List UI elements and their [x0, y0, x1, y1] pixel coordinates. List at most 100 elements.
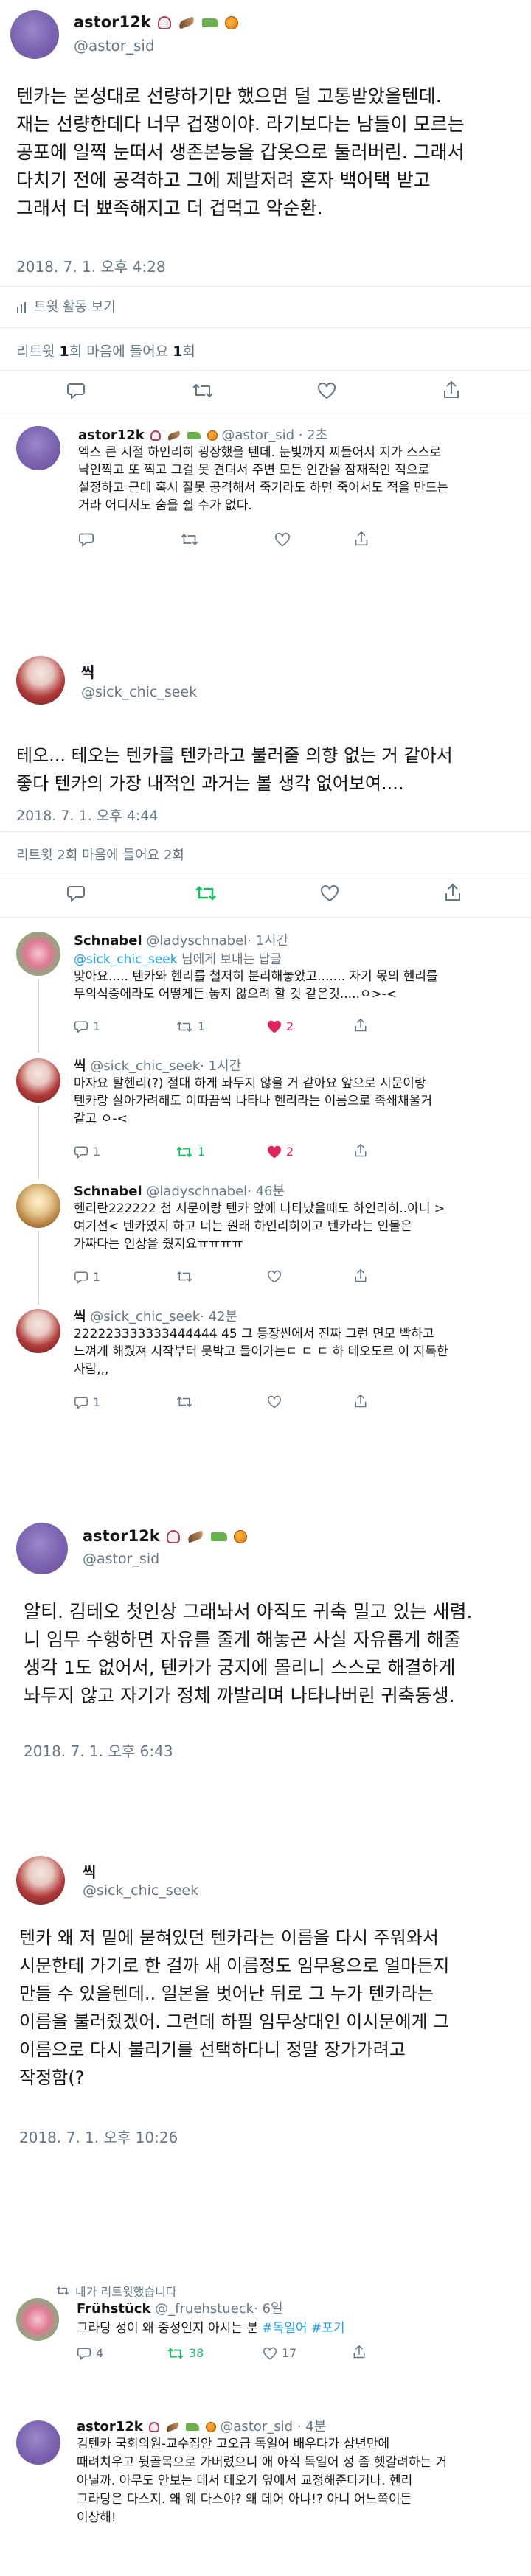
hashtag-link[interactable]: #독일어 #포기 [262, 2321, 344, 2336]
tweet-time[interactable]: · 42분 [200, 1309, 237, 1324]
water-gun-icon [185, 2423, 199, 2431]
avatar[interactable] [16, 426, 60, 470]
retweet-icon [176, 1146, 192, 1157]
share-icon [444, 380, 459, 398]
author-handle[interactable]: @sick_chic_seek [81, 684, 197, 700]
avatar[interactable] [16, 1184, 60, 1228]
tweet-time[interactable]: · 46분 [247, 1184, 285, 1199]
avatar[interactable] [10, 10, 59, 59]
share-button[interactable] [354, 1143, 367, 1161]
author-row: astor12k [74, 13, 239, 31]
author-handle[interactable]: @astor_sid [74, 37, 155, 55]
tweet-time[interactable]: · 1시간 [247, 933, 288, 949]
reply-button[interactable]: 1 [74, 1145, 100, 1159]
author-name[interactable]: Schnabel [74, 933, 142, 949]
reply-button[interactable] [66, 382, 86, 402]
author-handle[interactable]: @ladyschnabel [146, 933, 247, 949]
avatar[interactable] [16, 1309, 60, 1353]
reply-button[interactable]: 1 [74, 1270, 100, 1284]
share-button[interactable] [354, 531, 369, 550]
share-button[interactable] [353, 2345, 366, 2362]
author-name[interactable]: astor12k [83, 1527, 160, 1545]
tweet-text: 텐카는 본성대로 선량하기만 했으면 덜 고통받았을텐데. 재는 선량한데다 너… [16, 85, 465, 219]
share-button[interactable] [354, 1268, 367, 1286]
author-name[interactable]: 씩 [74, 1309, 86, 1324]
tweet-time[interactable]: · 2초 [299, 427, 327, 443]
author-row: Frühstück @_fruehstueck· 6일 [77, 2298, 283, 2317]
share-button[interactable] [354, 1394, 367, 1411]
share-button[interactable] [442, 380, 460, 402]
reply-button[interactable]: 4 [77, 2346, 103, 2360]
tweet-time[interactable]: · 4분 [297, 2419, 326, 2434]
retweet-icon [192, 383, 213, 398]
author-name[interactable]: astor12k [77, 2419, 143, 2434]
timestamp[interactable]: 2018. 7. 1. 오후 6:43 [24, 1739, 173, 1761]
retweet-icon [176, 1396, 192, 1408]
retweet-button-active[interactable]: 38 [167, 2346, 204, 2360]
like-button[interactable]: 17 [263, 2346, 296, 2360]
tweet-time[interactable]: · 1시간 [200, 1058, 241, 1074]
avatar[interactable] [16, 656, 65, 705]
timestamp[interactable]: 2018. 7. 1. 오후 4:44 [16, 805, 158, 825]
author-handle[interactable]: @astor_sid [221, 427, 294, 443]
retweet-button[interactable]: 1 [176, 1019, 205, 1033]
like-button[interactable] [267, 1395, 282, 1411]
avatar[interactable] [16, 2420, 60, 2465]
author-handle[interactable]: @sick_chic_seek [83, 1882, 198, 1899]
author-name[interactable]: 씩 [74, 1058, 86, 1074]
retweet-button[interactable] [176, 1395, 193, 1411]
reply-icon [67, 886, 85, 903]
share-button[interactable] [444, 883, 462, 905]
share-button[interactable] [354, 1018, 367, 1036]
author-handle[interactable]: @sick_chic_seek [90, 1309, 200, 1324]
author-handle[interactable]: @astor_sid [220, 2419, 293, 2434]
like-button[interactable] [320, 884, 339, 905]
avatar[interactable] [16, 1856, 65, 1905]
author-handle[interactable]: @astor_sid [83, 1551, 159, 1567]
like-button[interactable] [317, 382, 336, 402]
author-handle[interactable]: @_fruehstueck [155, 2301, 254, 2317]
avatar[interactable] [16, 2298, 59, 2341]
orange-icon [234, 1530, 248, 1543]
share-icon [355, 1018, 367, 1032]
retweet-icon [195, 886, 216, 901]
reply-icon [74, 1146, 88, 1159]
like-icon [275, 532, 290, 547]
tweet-activity-link[interactable]: 트윗 활동 보기 [16, 296, 116, 315]
author-name[interactable]: 씩 [83, 1860, 96, 1882]
reply-icon [74, 1021, 88, 1033]
avatar[interactable] [16, 1058, 60, 1103]
avatar[interactable] [16, 1523, 68, 1574]
author-name[interactable]: Schnabel [74, 1184, 142, 1199]
author-name[interactable]: Frühstück [77, 2301, 150, 2317]
author-handle[interactable]: @sick_chic_seek [90, 1058, 200, 1074]
retweet-button[interactable] [192, 382, 214, 402]
retweet-button-active[interactable] [195, 884, 217, 905]
stats-icon [16, 301, 28, 313]
mention-link[interactable]: @sick_chic_seek [74, 952, 178, 967]
tweet-text: 김텐카 국회의원-교수집안 고오급 독일어 배우다가 삼년만에 때려치우고 뒷골… [77, 2437, 448, 2525]
author-handle[interactable]: @ladyschnabel [146, 1184, 247, 1199]
reply-button[interactable]: 1 [74, 1019, 100, 1033]
like-button-active[interactable]: 2 [267, 1019, 294, 1033]
like-button-active[interactable]: 2 [267, 1145, 294, 1159]
reply-button[interactable] [66, 884, 86, 905]
timestamp[interactable]: 2018. 7. 1. 오후 4:28 [16, 255, 166, 276]
feather-icon [178, 16, 196, 29]
timestamp[interactable]: 2018. 7. 1. 오후 10:26 [19, 2126, 178, 2147]
reply-text: 마자요 탈헨리(?) 절대 하게 놔두지 않을 거 같아요 앞으로 시문이랑 텐… [74, 1076, 432, 1126]
tweet-time[interactable]: · 6일 [254, 2301, 282, 2317]
reply-icon [67, 383, 85, 400]
author-name[interactable]: 씩 [81, 660, 94, 682]
like-button[interactable] [267, 1270, 282, 1286]
retweet-button-active[interactable]: 1 [176, 1145, 205, 1159]
retweet-button[interactable] [180, 532, 199, 550]
avatar[interactable] [16, 932, 60, 976]
reply-button[interactable]: 1 [74, 1395, 100, 1409]
author-name[interactable]: astor12k [78, 427, 145, 443]
author-row: Schnabel @ladyschnabel· 46분 [74, 1181, 285, 1200]
reply-button[interactable] [78, 532, 94, 550]
like-button[interactable] [274, 532, 291, 550]
retweet-button[interactable] [176, 1270, 193, 1286]
author-name[interactable]: astor12k [74, 13, 151, 31]
